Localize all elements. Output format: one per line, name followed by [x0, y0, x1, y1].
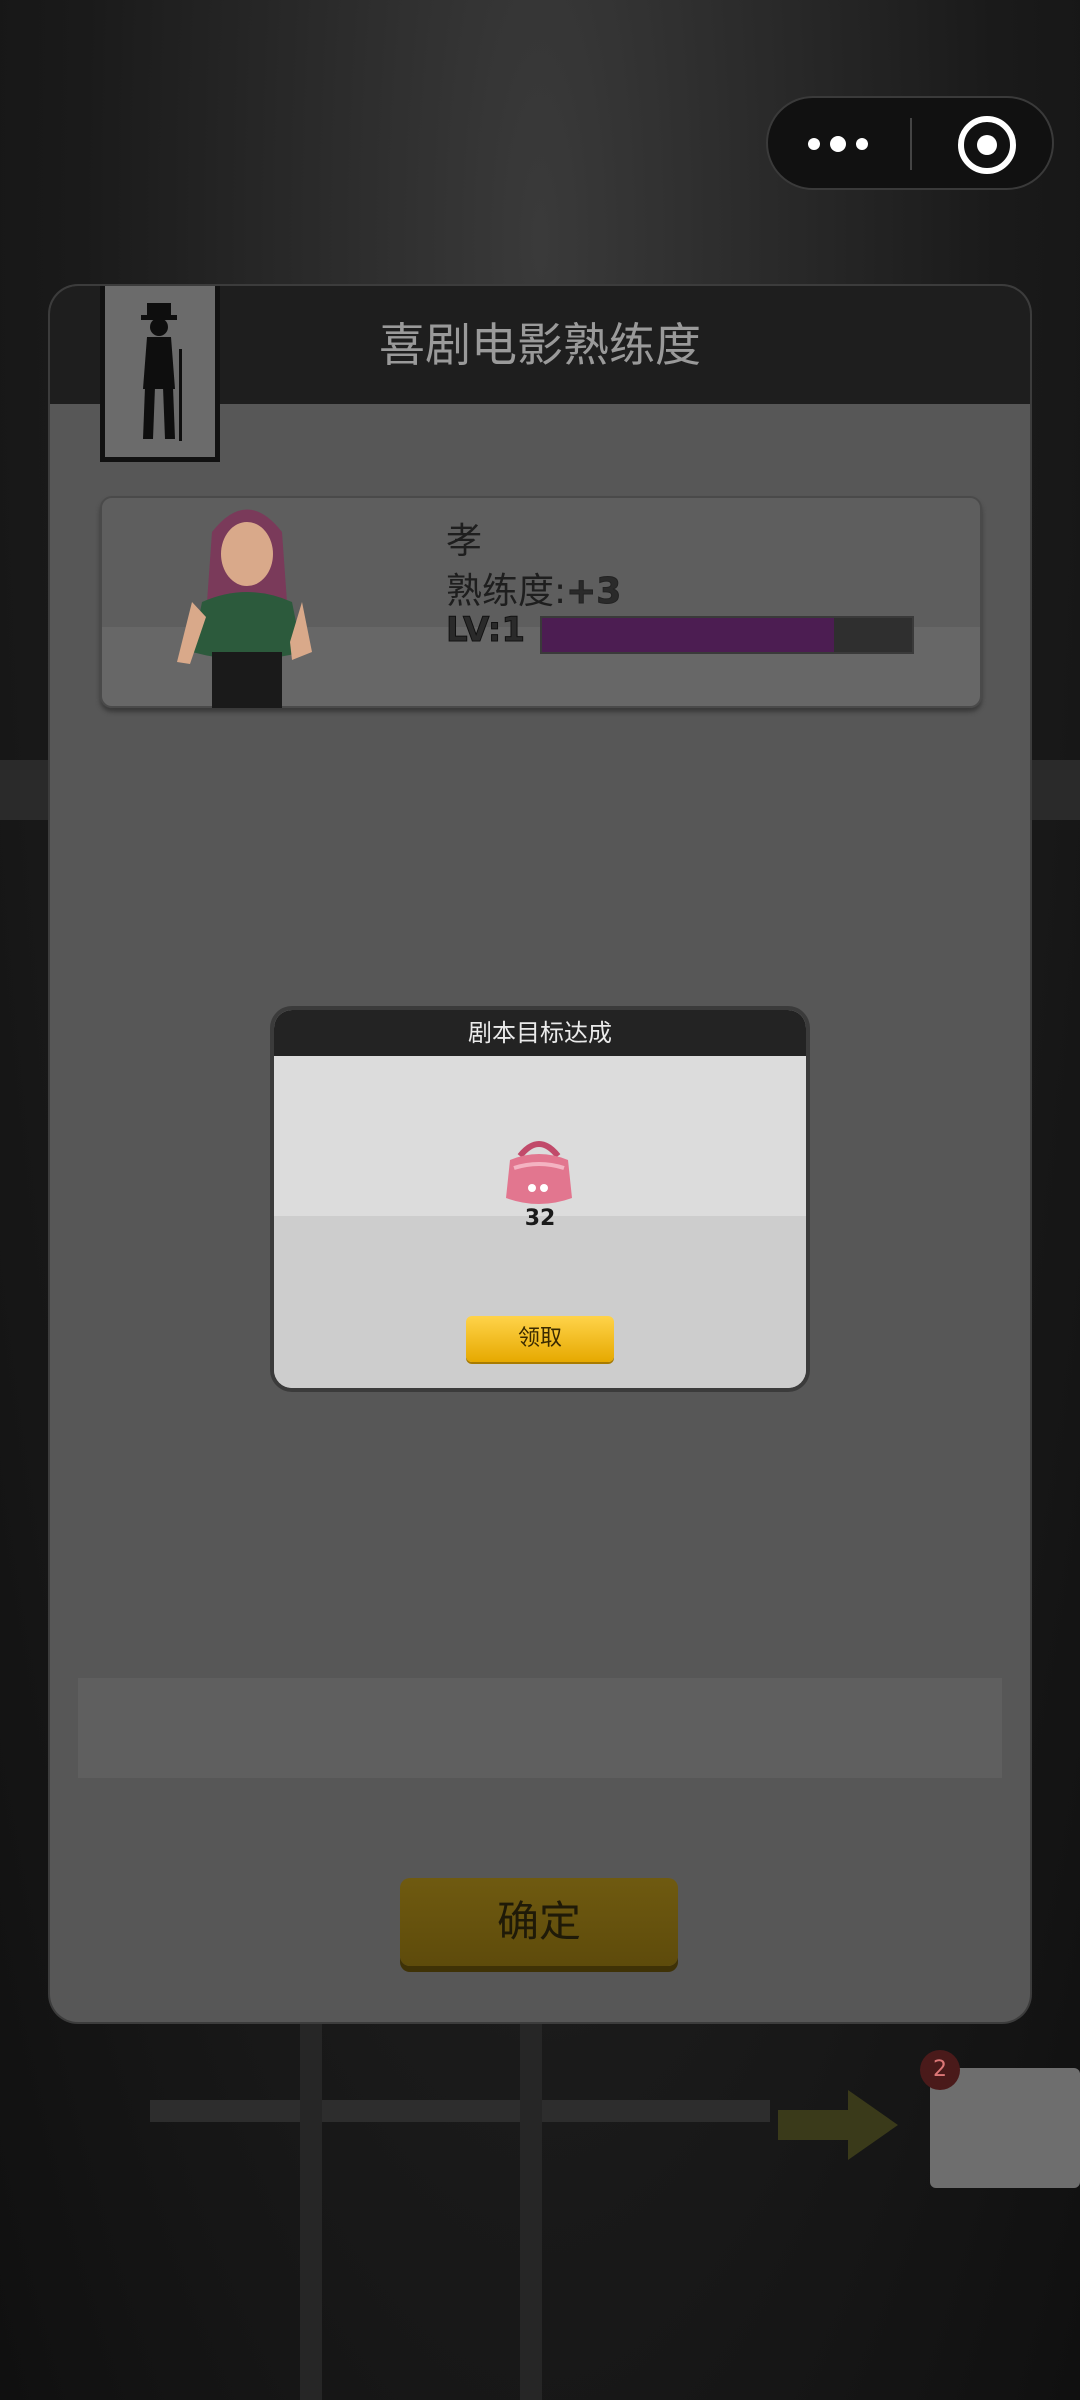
modal-title: 剧本目标达成: [468, 1019, 612, 1047]
panel-footer-strip: [78, 1678, 1002, 1778]
actor-avatar: [177, 509, 312, 708]
background-card: [930, 2068, 1080, 2188]
level-progress-bar: [540, 616, 914, 654]
level-label: LV:1: [445, 610, 526, 651]
arrow-right-icon: [778, 2090, 898, 2160]
confirm-button[interactable]: 确定: [400, 1878, 678, 1966]
background-fence-post: [300, 2010, 322, 2400]
modal-body-bottom: [274, 1216, 806, 1388]
miniprogram-capsule: [766, 96, 1054, 190]
actor-name: 孝: [446, 521, 483, 562]
chaplin-silhouette-icon: [141, 303, 182, 441]
background-fence-bar: [150, 2100, 770, 2122]
reward-count: 32: [524, 1206, 556, 1231]
pink-bag-icon: [506, 1141, 572, 1204]
target-close-icon[interactable]: [958, 116, 1016, 174]
notification-badge: 2: [920, 2050, 960, 2090]
capsule-divider: [910, 118, 912, 170]
movie-genre-badge: [100, 286, 220, 462]
actor-card: 孝 熟练度:+3 LV:1: [100, 496, 982, 708]
proficiency-line: 熟练度:+3: [446, 562, 622, 614]
proficiency-value: +3: [566, 571, 622, 613]
claim-button[interactable]: 领取: [466, 1316, 614, 1362]
proficiency-label: 熟练度:: [446, 571, 567, 612]
background-fence-post: [520, 2010, 542, 2400]
goal-achieved-modal: 剧本目标达成 32 领取: [274, 1010, 806, 1388]
level-progress-fill: [542, 618, 835, 652]
more-dots-icon[interactable]: [808, 128, 872, 162]
